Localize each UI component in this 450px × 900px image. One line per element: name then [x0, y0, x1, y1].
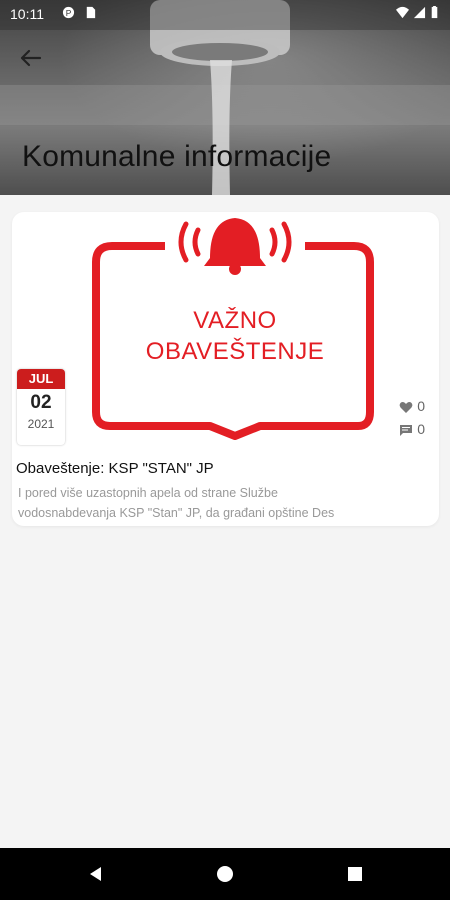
- comments-count: 0: [417, 421, 425, 437]
- page-title: Komunalne informacije: [22, 140, 332, 173]
- post-excerpt-line1: I pored više uzastopnih apela od strane …: [18, 486, 278, 500]
- date-badge: JUL 02 2021: [17, 369, 65, 445]
- header-image: 10:11 P Komunalne informacije: [0, 0, 450, 195]
- hero-text-line1: VAŽNO: [193, 307, 277, 334]
- sim-card-icon: [86, 6, 96, 19]
- wifi-icon: [396, 6, 409, 19]
- system-navigation-bar: [0, 848, 450, 900]
- date-month: JUL: [17, 369, 65, 389]
- post-excerpt: I pored više uzastopnih apela od strane …: [18, 483, 428, 523]
- date-year: 2021: [27, 417, 55, 431]
- hero-text-line2: OBAVEŠTENJE: [145, 338, 325, 365]
- bell-icon: [204, 218, 266, 275]
- nav-recents-icon[interactable]: [345, 864, 365, 884]
- back-arrow-icon[interactable]: [16, 46, 48, 70]
- post-excerpt-line2: vodosnabdevanja KSP "Stan" JP, da građan…: [18, 506, 335, 520]
- battery-icon: [431, 6, 438, 19]
- signal-icon: [413, 6, 426, 19]
- comments-counter[interactable]: 0: [399, 421, 425, 437]
- nav-back-icon[interactable]: [86, 864, 106, 884]
- notification-icon: P: [62, 6, 75, 19]
- post-card[interactable]: VAŽNO OBAVEŠTENJE JUL 02 2021 0 0 Obaveš…: [12, 212, 439, 526]
- nav-home-icon[interactable]: [215, 864, 235, 884]
- date-day: 02: [30, 392, 52, 413]
- likes-count: 0: [417, 398, 425, 414]
- heart-icon: [399, 401, 413, 413]
- svg-text:P: P: [66, 8, 72, 18]
- status-time: 10:11: [10, 6, 44, 22]
- likes-counter[interactable]: 0: [399, 398, 425, 414]
- comment-icon: [400, 424, 413, 436]
- status-bar: 10:11 P: [0, 0, 450, 28]
- post-title[interactable]: Obaveštenje: KSP "STAN" JP: [16, 460, 214, 477]
